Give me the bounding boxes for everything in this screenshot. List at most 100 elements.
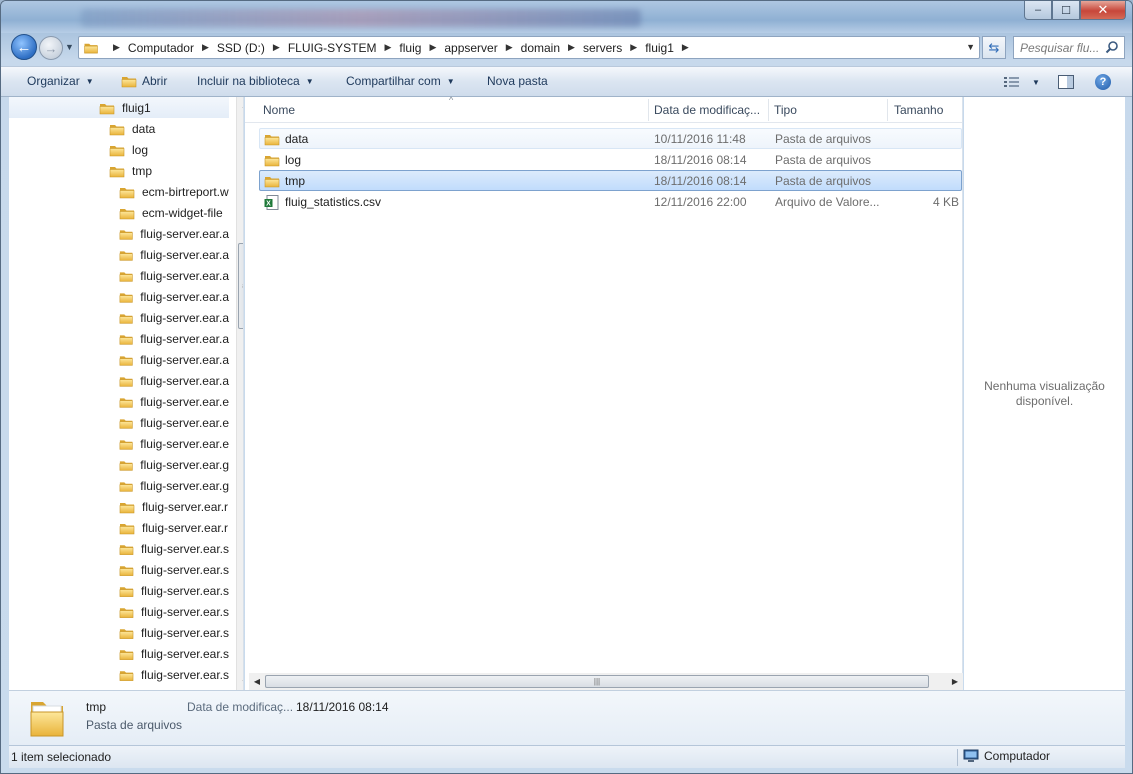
breadcrumb-item[interactable]: ▶ fluig bbox=[377, 41, 422, 55]
tree-item[interactable]: fluig-server.ear.r bbox=[119, 517, 229, 538]
breadcrumb-item[interactable]: ▶ fluig1 bbox=[622, 41, 674, 55]
tree-item-label: fluig1 bbox=[122, 100, 151, 115]
tree-item[interactable]: fluig-server.ear.a bbox=[119, 349, 229, 370]
breadcrumb: ▶ Computador ▶ SSD (D:) ▶ FLUIG-SYSTEM ▶ fluig ▶… bbox=[105, 41, 697, 55]
back-button[interactable]: ← bbox=[11, 34, 37, 60]
column-type-header[interactable]: Tipo bbox=[774, 103, 797, 117]
blurred-taskbar-reflection bbox=[81, 9, 641, 27]
file-row[interactable]: data 10/11/2016 11:48 Pasta de arquivos bbox=[259, 128, 962, 149]
new-folder-label: Nova pasta bbox=[487, 74, 548, 88]
tree-item[interactable]: fluig-server.ear.a bbox=[119, 265, 229, 286]
column-divider[interactable] bbox=[648, 99, 649, 121]
tree-item[interactable]: fluig-server.ear.s bbox=[119, 538, 229, 559]
tree-item[interactable]: data bbox=[109, 118, 229, 139]
preview-pane-button[interactable] bbox=[1058, 73, 1074, 91]
tree-item[interactable]: fluig-server.ear.g bbox=[119, 454, 229, 475]
tree-item[interactable]: ecm-widget-file bbox=[119, 202, 229, 223]
folder-icon bbox=[109, 143, 125, 157]
tree-item[interactable]: fluig-server.ear.s bbox=[119, 601, 229, 622]
tree-item[interactable]: tmp bbox=[109, 160, 229, 181]
breadcrumb-item[interactable]: ▶ appserver bbox=[421, 41, 497, 55]
folder-icon bbox=[119, 395, 133, 409]
tree-item-label: fluig-server.ear.s bbox=[140, 541, 229, 556]
scroll-down-arrow[interactable]: ▼ bbox=[237, 674, 243, 690]
tree-item[interactable]: log bbox=[109, 139, 229, 160]
search-input[interactable] bbox=[1020, 40, 1108, 55]
breadcrumb-label: fluig1 bbox=[645, 40, 674, 55]
column-name-header[interactable]: Nome bbox=[263, 103, 295, 117]
search-icon[interactable] bbox=[1105, 40, 1119, 54]
tree-item[interactable]: fluig-server.ear.e bbox=[119, 391, 229, 412]
column-size-header[interactable]: Tamanho bbox=[894, 103, 943, 117]
change-view-button[interactable]: ▼ bbox=[1004, 73, 1040, 91]
chevron-down-icon: ▼ bbox=[85, 76, 94, 86]
tree-item[interactable]: ecm-birtreport.w bbox=[119, 181, 229, 202]
file-list-horizontal-scrollbar[interactable]: ◀ ||| ▶ bbox=[249, 673, 963, 690]
organize-menu[interactable]: Organizar ▼ bbox=[27, 74, 94, 88]
file-name: tmp bbox=[285, 173, 306, 188]
tree-item[interactable]: fluig-server.ear.s bbox=[119, 643, 229, 664]
share-with-menu[interactable]: Compartilhar com ▼ bbox=[346, 74, 455, 88]
breadcrumb-item[interactable]: ▶ FLUIG-SYSTEM bbox=[265, 41, 377, 55]
breadcrumb-item[interactable]: ▶ domain bbox=[498, 41, 560, 55]
tree-item[interactable]: fluig-server.ear.s bbox=[119, 580, 229, 601]
chevron-right-icon[interactable]: ▶ bbox=[385, 42, 392, 53]
tree-item[interactable]: fluig-server.ear.s bbox=[119, 559, 229, 580]
chevron-right-icon[interactable]: ▶ bbox=[682, 42, 689, 53]
title-bar[interactable]: ‒ ☐ ✕ bbox=[1, 1, 1132, 33]
help-button[interactable]: ? bbox=[1095, 73, 1111, 91]
close-button[interactable]: ✕ bbox=[1080, 1, 1126, 20]
tree-vertical-scrollbar[interactable]: ▲ ≡ ▼ bbox=[236, 97, 243, 690]
minimize-button[interactable]: ‒ bbox=[1024, 1, 1052, 20]
search-box[interactable] bbox=[1013, 36, 1125, 59]
tree-item[interactable]: fluig-server.ear.r bbox=[119, 496, 229, 517]
address-history-dropdown-icon[interactable]: ▼ bbox=[966, 42, 975, 52]
folder-icon bbox=[119, 290, 133, 304]
refresh-button[interactable]: ⇆ bbox=[982, 36, 1006, 59]
scroll-up-arrow[interactable]: ▲ bbox=[237, 97, 243, 113]
tree-item[interactable]: fluig-server.ear.a bbox=[119, 244, 229, 265]
breadcrumb-item[interactable]: ▶ servers bbox=[560, 41, 622, 55]
scrollbar-thumb[interactable]: ≡ bbox=[238, 243, 243, 329]
folder-large-icon bbox=[30, 702, 64, 737]
tree-item[interactable]: fluig-server.ear.s bbox=[119, 622, 229, 643]
tree-item[interactable]: fluig-server.ear.a bbox=[119, 223, 229, 244]
chevron-right-icon[interactable]: ▶ bbox=[568, 42, 575, 53]
recent-pages-dropdown[interactable]: ▼ bbox=[65, 42, 74, 52]
column-divider[interactable] bbox=[887, 99, 888, 121]
address-bar[interactable]: ▶ Computador ▶ SSD (D:) ▶ FLUIG-SYSTEM ▶ fluig ▶… bbox=[78, 36, 980, 59]
chevron-right-icon[interactable]: ▶ bbox=[113, 42, 120, 53]
tree-item[interactable]: fluig1 bbox=[9, 97, 229, 118]
include-in-library-menu[interactable]: Incluir na biblioteca ▼ bbox=[197, 74, 314, 88]
details-pane: tmp Pasta de arquivos Data de modificaç.… bbox=[9, 690, 1125, 745]
chevron-right-icon[interactable]: ▶ bbox=[630, 42, 637, 53]
tree-item[interactable]: fluig-server.ear.e bbox=[119, 433, 229, 454]
new-folder-button[interactable]: Nova pasta bbox=[487, 74, 548, 88]
tree-item[interactable]: fluig-server.ear.a bbox=[119, 370, 229, 391]
scroll-left-arrow[interactable]: ◀ bbox=[249, 673, 265, 690]
folder-icon bbox=[119, 374, 133, 388]
chevron-right-icon[interactable]: ▶ bbox=[429, 42, 436, 53]
column-divider[interactable] bbox=[768, 99, 769, 121]
chevron-right-icon[interactable]: ▶ bbox=[273, 42, 280, 53]
column-date-header[interactable]: Data de modificaç... bbox=[654, 103, 760, 117]
breadcrumb-item[interactable]: ▶ Computador bbox=[105, 41, 194, 55]
breadcrumb-item[interactable]: ▶ SSD (D:) bbox=[194, 41, 265, 55]
tree-item[interactable]: fluig-server.ear.s bbox=[119, 664, 229, 685]
scroll-right-arrow[interactable]: ▶ bbox=[947, 673, 963, 690]
chevron-down-icon[interactable]: ▼ bbox=[1032, 78, 1040, 87]
chevron-right-icon[interactable]: ▶ bbox=[506, 42, 513, 53]
tree-item[interactable]: fluig-server.ear.g bbox=[119, 475, 229, 496]
file-row[interactable]: tmp 18/11/2016 08:14 Pasta de arquivos bbox=[259, 170, 962, 191]
tree-item[interactable]: fluig-server.ear.a bbox=[119, 307, 229, 328]
scrollbar-thumb[interactable]: ||| bbox=[265, 675, 929, 688]
tree-item[interactable]: fluig-server.ear.a bbox=[119, 328, 229, 349]
open-button[interactable]: Abrir bbox=[121, 74, 167, 88]
tree-item[interactable]: fluig-server.ear.a bbox=[119, 286, 229, 307]
file-row[interactable]: Xfluig_statistics.csv 12/11/2016 22:00 Arq… bbox=[259, 191, 962, 212]
tree-item[interactable]: fluig-server.ear.e bbox=[119, 412, 229, 433]
file-row[interactable]: log 18/11/2016 08:14 Pasta de arquivos bbox=[259, 149, 962, 170]
forward-button[interactable]: → bbox=[39, 36, 63, 60]
maximize-button[interactable]: ☐ bbox=[1052, 1, 1080, 20]
chevron-right-icon[interactable]: ▶ bbox=[202, 42, 209, 53]
